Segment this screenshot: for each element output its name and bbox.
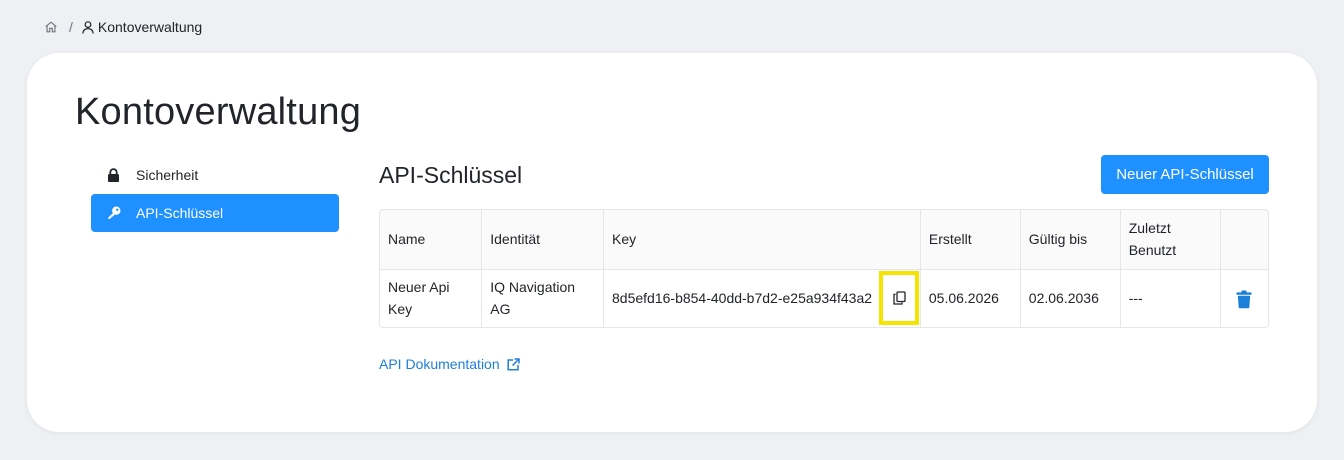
cell-created: 05.06.2026 <box>920 269 1021 327</box>
column-header-created: Erstellt <box>920 210 1021 269</box>
api-documentation-link[interactable]: API Dokumentation <box>379 356 520 372</box>
sidebar-item-label: Sicherheit <box>136 167 199 183</box>
sidebar: Sicherheit API-Schlüssel <box>91 156 339 232</box>
column-header-actions <box>1220 210 1268 269</box>
api-keys-table: Name Identität Key Erstellt Gültig bis Z… <box>379 209 1269 328</box>
home-icon[interactable] <box>44 20 58 34</box>
new-api-key-button[interactable]: Neuer API-Schlüssel <box>1101 155 1269 194</box>
page-title: Kontoverwaltung <box>75 91 362 133</box>
sidebar-item-label: API-Schlüssel <box>136 205 224 221</box>
table-header-row: Name Identität Key Erstellt Gültig bis Z… <box>380 210 1268 269</box>
cell-valid-until: 02.06.2036 <box>1020 269 1121 327</box>
copy-key-button[interactable] <box>879 270 920 325</box>
copy-icon <box>892 290 906 305</box>
delete-key-button[interactable] <box>1236 290 1252 309</box>
api-documentation-label: API Dokumentation <box>379 356 500 372</box>
column-header-last-used: Zuletzt Benutzt <box>1120 210 1221 269</box>
cell-identity: IQ Navigation AG <box>481 269 605 327</box>
column-header-name: Name <box>380 210 483 269</box>
section-title: API-Schlüssel <box>379 162 523 188</box>
cell-key: 8d5efd16-b854-40dd-b7d2-e25a934f43a2 <box>603 269 921 327</box>
column-header-identity: Identität <box>481 210 605 269</box>
cell-last-used: --- <box>1120 269 1221 327</box>
account-card: Kontoverwaltung Sicherheit API-Schlüssel <box>27 53 1317 432</box>
api-key-value: 8d5efd16-b854-40dd-b7d2-e25a934f43a2 <box>612 290 873 307</box>
sidebar-item-security[interactable]: Sicherheit <box>91 156 339 194</box>
sidebar-item-api-keys[interactable]: API-Schlüssel <box>91 194 339 232</box>
cell-actions <box>1220 269 1268 327</box>
trash-icon <box>1236 290 1252 309</box>
table-row: Neuer Api Key IQ Navigation AG 8d5efd16-… <box>380 269 1268 327</box>
breadcrumb: / Kontoverwaltung <box>44 17 202 37</box>
user-icon <box>82 20 94 34</box>
key-icon <box>107 206 121 220</box>
breadcrumb-current: Kontoverwaltung <box>97 19 203 35</box>
breadcrumb-separator: / <box>69 19 73 35</box>
column-header-key: Key <box>603 210 921 269</box>
external-link-icon <box>507 357 520 371</box>
column-header-valid-until: Gültig bis <box>1020 210 1121 269</box>
lock-icon <box>107 168 121 182</box>
cell-name: Neuer Api Key <box>380 269 483 327</box>
